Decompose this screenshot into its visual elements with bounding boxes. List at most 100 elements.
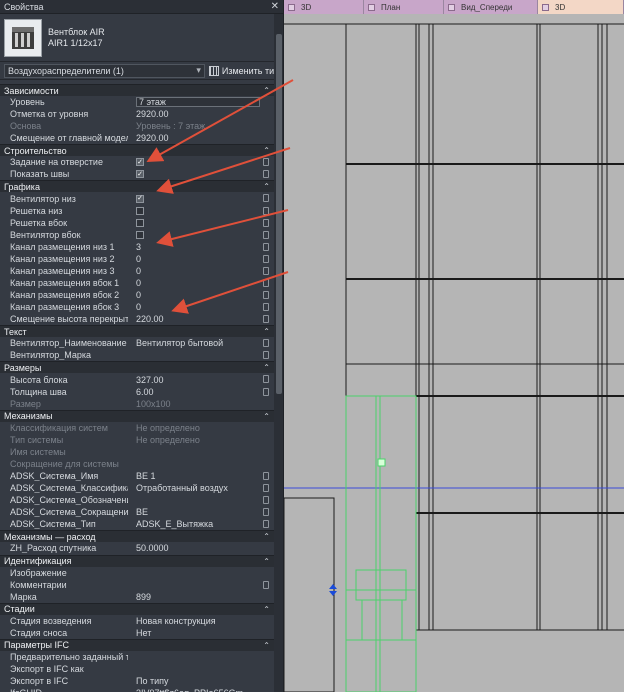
tab-front-view[interactable]: Вид_Спереди [444, 0, 538, 14]
property-value[interactable]: 2920.00 [128, 132, 274, 144]
collapse-icon[interactable]: ⌃ [263, 557, 270, 566]
property-value[interactable]: ВЕ [128, 506, 274, 518]
property-row[interactable]: Канал размещения вбок 3 0 [0, 301, 274, 313]
section-header[interactable]: Параметры IFC ⌃ [0, 638, 274, 651]
property-value[interactable]: Нет [128, 627, 274, 639]
property-row[interactable]: Канал размещения низ 2 0 [0, 253, 274, 265]
close-icon[interactable]: ✕ [271, 1, 279, 12]
property-value[interactable] [128, 579, 274, 591]
associate-parameter-icon[interactable] [263, 230, 269, 239]
flip-arrows-icon[interactable] [329, 584, 337, 596]
property-row[interactable]: Комментарии [0, 579, 274, 591]
property-value[interactable]: Отработанный воздух [128, 482, 274, 494]
property-row[interactable]: Вентилятор_Наименование Вентилятор бытово… [0, 337, 274, 349]
property-row[interactable]: ADSK_Система_Тип ADSK_Е_Вытяжка [0, 518, 274, 530]
property-row[interactable]: Вентилятор вбок [0, 229, 274, 241]
property-row[interactable]: Стадия сноса Нет [0, 627, 274, 639]
property-row[interactable]: Стадия возведения Новая конструкция [0, 615, 274, 627]
tab-3d-2[interactable]: 3D [538, 0, 624, 14]
checkbox[interactable]: ✓ [136, 194, 144, 203]
property-value[interactable]: 220.00 [128, 313, 274, 325]
associate-parameter-icon[interactable] [263, 580, 269, 589]
collapse-icon[interactable]: ⌃ [263, 182, 270, 191]
collapse-icon[interactable]: ⌃ [263, 412, 270, 421]
property-row[interactable]: Марка 899 [0, 591, 274, 603]
property-row[interactable]: Экспорт в IFC По типу [0, 675, 274, 687]
property-value[interactable]: 3 [128, 241, 274, 253]
property-row[interactable]: Задание на отверстие ✓ [0, 156, 274, 168]
property-value[interactable] [128, 567, 274, 579]
property-value[interactable] [128, 205, 274, 217]
property-value[interactable]: По типу [128, 675, 274, 687]
drawing-area[interactable]: 3D План Вид_Спереди 3D [284, 0, 624, 692]
property-value[interactable]: 0 [128, 301, 274, 313]
model-view-canvas[interactable] [284, 14, 624, 692]
property-row[interactable]: Изображение [0, 567, 274, 579]
instance-filter-dropdown[interactable]: Воздухораспределители (1) ▾ [4, 63, 205, 78]
property-value[interactable]: ✓ [128, 192, 274, 204]
property-value[interactable]: 0 [128, 253, 274, 265]
section-header[interactable]: Графика ⌃ [0, 180, 274, 193]
checkbox[interactable]: ✓ [136, 170, 144, 179]
collapse-icon[interactable]: ⌃ [263, 532, 270, 541]
associate-parameter-icon[interactable] [263, 484, 269, 493]
property-row[interactable]: Имя системы [0, 446, 274, 458]
property-row[interactable]: Отметка от уровня 2920.00 [0, 108, 274, 120]
section-header[interactable]: Механизмы — расход ⌃ [0, 530, 274, 543]
checkbox[interactable] [136, 206, 144, 215]
edit-type-button[interactable]: Изменить тип [208, 65, 279, 76]
associate-parameter-icon[interactable] [263, 291, 269, 300]
associate-parameter-icon[interactable] [263, 218, 269, 227]
property-row[interactable]: Высота блока 327.00 [0, 373, 274, 385]
section-header[interactable]: Идентификация ⌃ [0, 554, 274, 567]
property-row[interactable]: Вентилятор низ ✓ [0, 192, 274, 204]
property-row[interactable]: Сокращение для системы [0, 458, 274, 470]
property-value[interactable] [128, 349, 274, 361]
section-header[interactable]: Размеры ⌃ [0, 361, 274, 374]
property-value[interactable] [128, 494, 274, 506]
property-row[interactable]: Тип системы Не определено [0, 434, 274, 446]
property-row[interactable]: Основа Уровень : 7 этаж [0, 120, 274, 132]
property-row[interactable]: Уровень 7 этаж [0, 96, 274, 108]
property-row[interactable]: IfcGUID 3IV97tt$z6ag_PPIa656Gm [0, 687, 274, 692]
property-row[interactable]: Решетка вбок [0, 217, 274, 229]
property-row[interactable]: Вентилятор_Марка [0, 349, 274, 361]
section-header[interactable]: Механизмы ⌃ [0, 409, 274, 422]
type-selector[interactable]: Вентблок AIR AIR1 1/12x17 ▾ [0, 14, 283, 62]
property-row[interactable]: Показать швы ✓ [0, 168, 274, 180]
property-row[interactable]: Смещение от главной модели 2920.00 [0, 132, 274, 144]
property-value[interactable]: ВЕ 1 [128, 470, 274, 482]
associate-parameter-icon[interactable] [263, 496, 269, 505]
property-value[interactable]: 7 этаж [128, 96, 274, 108]
associate-parameter-icon[interactable] [263, 194, 269, 203]
associate-parameter-icon[interactable] [263, 303, 269, 312]
property-value[interactable]: ✓ [128, 156, 274, 168]
grip-handle[interactable] [377, 458, 386, 467]
collapse-icon[interactable]: ⌃ [263, 146, 270, 155]
property-value[interactable] [128, 663, 274, 675]
property-value[interactable]: 0 [128, 265, 274, 277]
property-row[interactable]: Предварительно заданный тип I... [0, 651, 274, 663]
scrollbar-thumb[interactable] [276, 34, 282, 394]
associate-parameter-icon[interactable] [263, 387, 269, 396]
property-row[interactable]: Канал размещения вбок 1 0 [0, 277, 274, 289]
property-row[interactable]: Смещение высота перекрытия 220.00 [0, 313, 274, 325]
property-value[interactable]: 0 [128, 289, 274, 301]
checkbox[interactable]: ✓ [136, 158, 144, 167]
property-row[interactable]: ADSK_Система_Сокращение ВЕ [0, 506, 274, 518]
property-value[interactable]: Вентилятор бытовой [128, 337, 274, 349]
property-value[interactable] [128, 229, 274, 241]
property-value[interactable]: 899 [128, 591, 274, 603]
tab-3d-1[interactable]: 3D [284, 0, 364, 14]
properties-scrollbar[interactable] [274, 14, 283, 692]
property-value[interactable]: 327.00 [128, 373, 274, 385]
property-row[interactable]: Толщина шва 6.00 [0, 386, 274, 398]
checkbox[interactable] [136, 230, 144, 239]
associate-parameter-icon[interactable] [263, 206, 269, 215]
collapse-icon[interactable]: ⌃ [263, 363, 270, 372]
associate-parameter-icon[interactable] [263, 315, 269, 324]
associate-parameter-icon[interactable] [263, 242, 269, 251]
property-row[interactable]: Канал размещения вбок 2 0 [0, 289, 274, 301]
section-header[interactable]: Зависимости ⌃ [0, 84, 274, 96]
associate-parameter-icon[interactable] [263, 520, 269, 529]
